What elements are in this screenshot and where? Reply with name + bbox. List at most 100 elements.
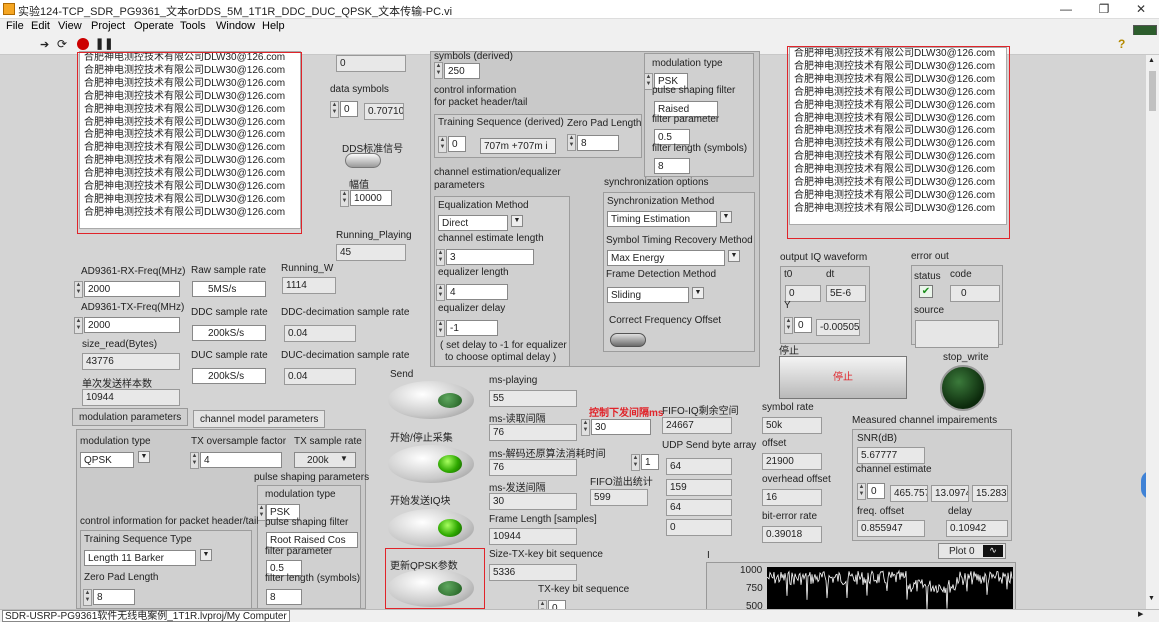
scroll-up-icon[interactable]: ▲ [1148, 57, 1155, 64]
rx-spin[interactable]: ▲ ▼ [74, 281, 83, 298]
frame-det-field[interactable]: Sliding [607, 287, 689, 303]
ctrl-interval-spin[interactable]: ▲ ▼ [581, 419, 590, 436]
t0-label: t0 [784, 269, 793, 280]
chan-est-len-field[interactable]: 3 [446, 249, 534, 265]
udp-spin[interactable]: ▲ ▼ [631, 454, 640, 471]
menu-project[interactable]: Project [91, 20, 125, 32]
eq-method-dropdown-icon[interactable]: ▼ [511, 215, 523, 227]
train-spin[interactable]: ▲ ▼ [438, 136, 447, 153]
udp-val-3: 0 [666, 519, 732, 536]
start-stop-led-icon [438, 455, 462, 473]
scroll-thumb[interactable] [1149, 71, 1156, 111]
tsq-label: Training Sequence Type [84, 534, 192, 545]
fp2-label: filter parameter [265, 546, 333, 557]
cfo-toggle[interactable] [610, 333, 646, 347]
train-index[interactable]: 0 [448, 136, 466, 152]
chest-index[interactable]: 0 [867, 483, 885, 499]
eq-len-field[interactable]: 4 [446, 284, 508, 300]
maximize-button[interactable]: ❐ [1094, 2, 1114, 16]
frame-det-dropdown-icon[interactable]: ▼ [692, 287, 704, 299]
start-iq-button[interactable] [388, 509, 474, 547]
mp-zp-spin[interactable]: ▲ ▼ [83, 589, 92, 606]
start-stop-button[interactable] [388, 445, 474, 483]
tsq-field[interactable]: Length 11 Barker [84, 550, 196, 566]
zp-spin[interactable]: ▲ ▼ [567, 134, 576, 151]
snr-label: SNR(dB) [857, 433, 898, 444]
eq-method-field[interactable]: Direct [438, 215, 508, 231]
sync-method-dropdown-icon[interactable]: ▼ [720, 211, 732, 223]
abort-icon[interactable] [77, 38, 89, 50]
ddc-dec-label: DDC-decimation sample rate [281, 307, 410, 318]
el-spin[interactable]: ▲ ▼ [436, 284, 445, 301]
menu-help[interactable]: Help [262, 20, 285, 32]
menu-window[interactable]: Window [216, 20, 255, 32]
chan-est-label: channel estimation/equalizer [434, 167, 561, 178]
chest-spin[interactable]: ▲ ▼ [857, 483, 866, 500]
ddc-sr-field[interactable]: 200kS/s [192, 325, 266, 341]
zp-field[interactable]: 8 [577, 135, 619, 151]
menu-edit[interactable]: Edit [31, 20, 50, 32]
y-index[interactable]: 0 [794, 317, 812, 333]
cel-spin[interactable]: ▲ ▼ [436, 249, 445, 266]
menu-operate[interactable]: Operate [134, 20, 174, 32]
tsq-dropdown-icon[interactable]: ▼ [200, 549, 212, 561]
run-arrow-icon[interactable]: ➔ [40, 38, 49, 51]
ctrl-interval-field[interactable]: 30 [591, 419, 651, 435]
delay-value: 0.10942 [946, 520, 1008, 537]
left-text-highlight [77, 52, 302, 234]
send-button[interactable] [388, 381, 474, 419]
tab-modulation-parameters[interactable]: modulation parameters [72, 408, 189, 426]
run-continuous-icon[interactable]: ⟳ [57, 37, 67, 51]
tx-spin[interactable]: ▲ ▼ [74, 317, 83, 334]
sym-spin[interactable]: ▲ ▼ [434, 62, 443, 79]
close-button[interactable]: ✕ [1131, 2, 1151, 16]
mp-mod-type-field[interactable]: QPSK [80, 452, 134, 468]
eq-delay-field[interactable]: -1 [446, 320, 498, 336]
filter-len-field[interactable]: 8 [654, 158, 690, 174]
ed-spin[interactable]: ▲ ▼ [436, 320, 445, 337]
hscroll-right-icon[interactable]: ▶ [1138, 610, 1143, 618]
update-qpsk-button[interactable] [388, 569, 474, 607]
rx-freq-field[interactable]: 2000 [84, 281, 180, 297]
dds-toggle[interactable] [345, 153, 381, 168]
menu-tools[interactable]: Tools [180, 20, 206, 32]
amp-field[interactable]: 10000 [350, 190, 392, 206]
mp-zp-field[interactable]: 8 [93, 589, 135, 605]
ms-playing-label: ms-playing [489, 375, 538, 386]
tab-channel-model-parameters[interactable]: channel model parameters [193, 410, 326, 428]
start-iq-label: 开始发送IQ块 [390, 496, 451, 507]
y-spin[interactable]: ▲ ▼ [784, 317, 793, 334]
duc-sr-field[interactable]: 200kS/s [192, 368, 266, 384]
mod-spin[interactable]: ▲ ▼ [644, 73, 653, 90]
sym-timing-dropdown-icon[interactable]: ▼ [728, 250, 740, 262]
stop-button[interactable]: 停止 [779, 356, 907, 399]
sym-timing-field[interactable]: Max Energy [607, 250, 725, 266]
plot-legend[interactable]: Plot 0 ∿ [938, 543, 1006, 559]
os-spin[interactable]: ▲ ▼ [190, 452, 199, 469]
mp-mod-type-dropdown-icon[interactable]: ▼ [138, 451, 150, 463]
udp-index[interactable]: 1 [641, 454, 659, 470]
os-field[interactable]: 4 [200, 452, 282, 468]
psf-label: pulse shaping filter [652, 85, 736, 96]
menu-file[interactable]: File [6, 20, 24, 32]
vertical-scrollbar[interactable]: ▲ ▼ [1146, 55, 1159, 609]
send-label: Send [390, 369, 414, 380]
amp-spin[interactable]: ▲ ▼ [340, 190, 349, 207]
scroll-down-icon[interactable]: ▼ [1148, 595, 1155, 602]
tx-sr-chevron-down-icon[interactable]: ▼ [340, 454, 348, 463]
ds-spin[interactable]: ▲ ▼ [330, 101, 339, 118]
ds-index[interactable]: 0 [340, 101, 358, 117]
psp-label: pulse shaping parameters [254, 472, 370, 483]
sym-field[interactable]: 250 [444, 63, 480, 79]
raw-sr-field[interactable]: 5MS/s [192, 281, 266, 297]
minimize-button[interactable]: — [1056, 2, 1076, 16]
tx-freq-field[interactable]: 2000 [84, 317, 180, 333]
stop-write-button[interactable] [940, 365, 986, 411]
code-value: 0 [950, 285, 1000, 302]
fl2-field[interactable]: 8 [266, 589, 302, 605]
menu-view[interactable]: View [58, 20, 82, 32]
tx-key-label: TX-key bit sequence [538, 584, 630, 595]
help-icon[interactable]: ? [1118, 37, 1125, 51]
pause-icon[interactable]: ❚❚ [95, 37, 113, 50]
sync-method-field[interactable]: Timing Estimation [607, 211, 717, 227]
